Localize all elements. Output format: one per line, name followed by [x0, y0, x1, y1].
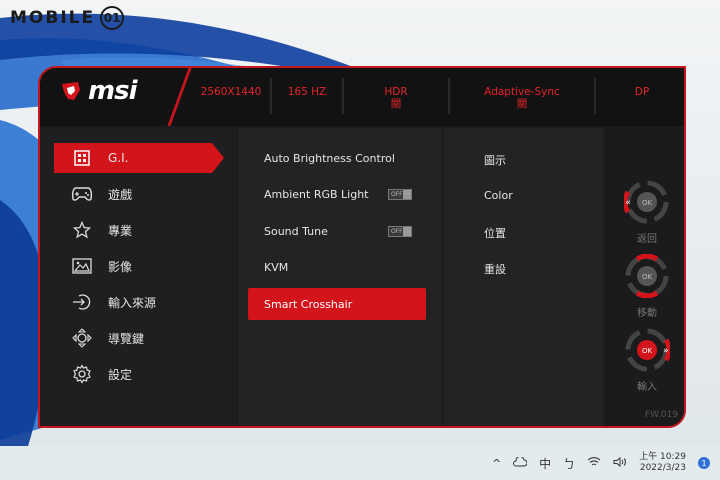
ok-text: OK	[642, 199, 653, 207]
menu-item-settings[interactable]: 設定	[54, 359, 224, 389]
spec-hdr: HDR 關	[346, 86, 446, 110]
site-watermark: MOBILE 01	[10, 6, 125, 30]
menu-item-gi[interactable]: G.I.	[54, 143, 224, 173]
gear-icon	[70, 362, 94, 386]
osd-main-menu: G.I. 遊戲 專業 影像 輸入來源 導覽鍵 設定	[40, 128, 236, 426]
msi-logo: msi	[60, 76, 137, 106]
menu-item-label: G.I.	[108, 151, 129, 165]
windows-taskbar: ^ 中 ㄅ 上午 10:29 2022/3/23 1	[0, 446, 720, 480]
menu-item-label: 專業	[108, 223, 133, 238]
osd-option-list: 圖示 Color 位置 重設	[444, 128, 604, 426]
header-divider-accent	[167, 68, 192, 126]
firmware-version: FW.019	[644, 410, 678, 420]
toggle-knob	[403, 227, 411, 236]
option-reset[interactable]: 重設	[484, 261, 506, 277]
navigation-key-icon	[70, 326, 94, 350]
back-label: 返回	[637, 234, 657, 245]
wifi-icon[interactable]	[587, 456, 601, 470]
submenu-label: KVM	[264, 260, 289, 274]
toggle-knob	[403, 190, 411, 199]
header-divider	[270, 78, 272, 114]
sound-tune-toggle[interactable]: OFF	[388, 226, 412, 237]
clock-time: 上午 10:29	[639, 452, 686, 462]
spec-hdr-value: 關	[390, 98, 402, 110]
spec-refresh-rate: 165 HZ	[274, 86, 340, 98]
header-divider	[448, 78, 450, 114]
joystick-updown-icon: OK	[625, 253, 669, 299]
submenu-label: Ambient RGB Light	[264, 187, 369, 201]
cloud-icon[interactable]	[513, 456, 528, 470]
menu-item-label: 影像	[108, 259, 133, 274]
option-icon[interactable]: 圖示	[484, 152, 506, 168]
joystick-left-icon: OK «	[622, 180, 669, 224]
system-tray: ^ 中 ㄅ 上午 10:29 2022/3/23 1	[492, 452, 710, 474]
spec-resolution-value: 2560X1440	[200, 86, 262, 98]
spec-hdr-label: HDR	[384, 86, 408, 98]
submenu-label: Smart Crosshair	[264, 297, 353, 311]
submenu-kvm[interactable]: KVM	[248, 251, 426, 283]
ok-text: OK	[642, 347, 653, 355]
spec-adaptive-sync-value: 關	[516, 98, 528, 110]
move-label: 移動	[637, 308, 657, 319]
submenu-smart-crosshair[interactable]: Smart Crosshair	[248, 288, 426, 320]
menu-item-input-source[interactable]: 輸入來源	[54, 287, 224, 317]
menu-item-label: 遊戲	[108, 187, 133, 202]
star-icon	[70, 218, 94, 242]
brand-name: msi	[88, 76, 137, 106]
option-color[interactable]: Color	[484, 189, 513, 202]
ambient-rgb-toggle[interactable]: OFF	[388, 189, 412, 200]
ok-text: OK	[642, 273, 653, 281]
gamepad-icon	[70, 182, 94, 206]
monitor-osd-menu: msi 2560X1440 165 HZ HDR 關 Adaptive-Sync…	[38, 66, 686, 428]
menu-item-label: 輸入來源	[108, 295, 157, 310]
menu-item-label: 設定	[108, 367, 133, 382]
input-icon	[70, 290, 94, 314]
gi-icon	[70, 146, 94, 170]
submenu-label: Auto Brightness Control	[264, 151, 395, 165]
submenu-sound-tune[interactable]: Sound Tune OFF	[248, 215, 426, 247]
taskbar-clock[interactable]: 上午 10:29 2022/3/23	[639, 452, 686, 474]
osd-header: msi 2560X1440 165 HZ HDR 關 Adaptive-Sync…	[40, 68, 684, 126]
svg-text:»: »	[663, 346, 669, 356]
nav-move-guide: OK 移動	[606, 253, 684, 319]
osd-submenu: Auto Brightness Control Ambient RGB Ligh…	[238, 128, 442, 426]
clock-date: 2022/3/23	[639, 463, 686, 473]
menu-item-gaming[interactable]: 遊戲	[54, 179, 224, 209]
header-divider	[342, 78, 344, 114]
toggle-state: OFF	[391, 191, 403, 198]
spec-adaptive-sync: Adaptive-Sync 關	[452, 86, 592, 110]
spec-refresh-value: 165 HZ	[287, 86, 327, 98]
spec-input-value: DP	[634, 86, 650, 98]
nav-enter-guide: OK » 輸入	[606, 328, 684, 393]
menu-item-label: 導覽鍵	[108, 331, 145, 346]
chevron-up-icon[interactable]: ^	[492, 457, 501, 470]
svg-text:«: «	[625, 198, 631, 208]
msi-dragon-icon	[62, 82, 80, 100]
nav-back-guide: OK « 返回	[606, 180, 684, 245]
watermark-text: MOBILE	[10, 8, 96, 28]
spec-resolution: 2560X1440	[194, 86, 268, 98]
ime-mode-icon[interactable]: ㄅ	[563, 455, 575, 472]
enter-label: 輸入	[637, 382, 657, 393]
submenu-auto-brightness[interactable]: Auto Brightness Control	[248, 142, 426, 174]
menu-item-image[interactable]: 影像	[54, 251, 224, 281]
option-position[interactable]: 位置	[484, 225, 506, 241]
spec-adaptive-sync-label: Adaptive-Sync	[484, 86, 560, 98]
menu-item-professional[interactable]: 專業	[54, 215, 224, 245]
header-divider	[594, 78, 596, 114]
notification-badge[interactable]: 1	[698, 457, 710, 469]
submenu-label: Sound Tune	[264, 224, 328, 238]
menu-item-navi-key[interactable]: 導覽鍵	[54, 323, 224, 353]
volume-icon[interactable]	[613, 456, 627, 470]
spec-input: DP	[598, 86, 684, 98]
joystick-right-icon: OK »	[625, 328, 672, 372]
submenu-ambient-rgb[interactable]: Ambient RGB Light OFF	[248, 178, 426, 210]
toggle-state: OFF	[391, 228, 403, 235]
ime-indicator[interactable]: 中	[539, 455, 551, 472]
watermark-logo: 01	[100, 6, 125, 30]
image-icon	[70, 254, 94, 278]
navigation-guide: OK « 返回 OK 移動 OK » 輸入 FW.019	[606, 128, 684, 426]
